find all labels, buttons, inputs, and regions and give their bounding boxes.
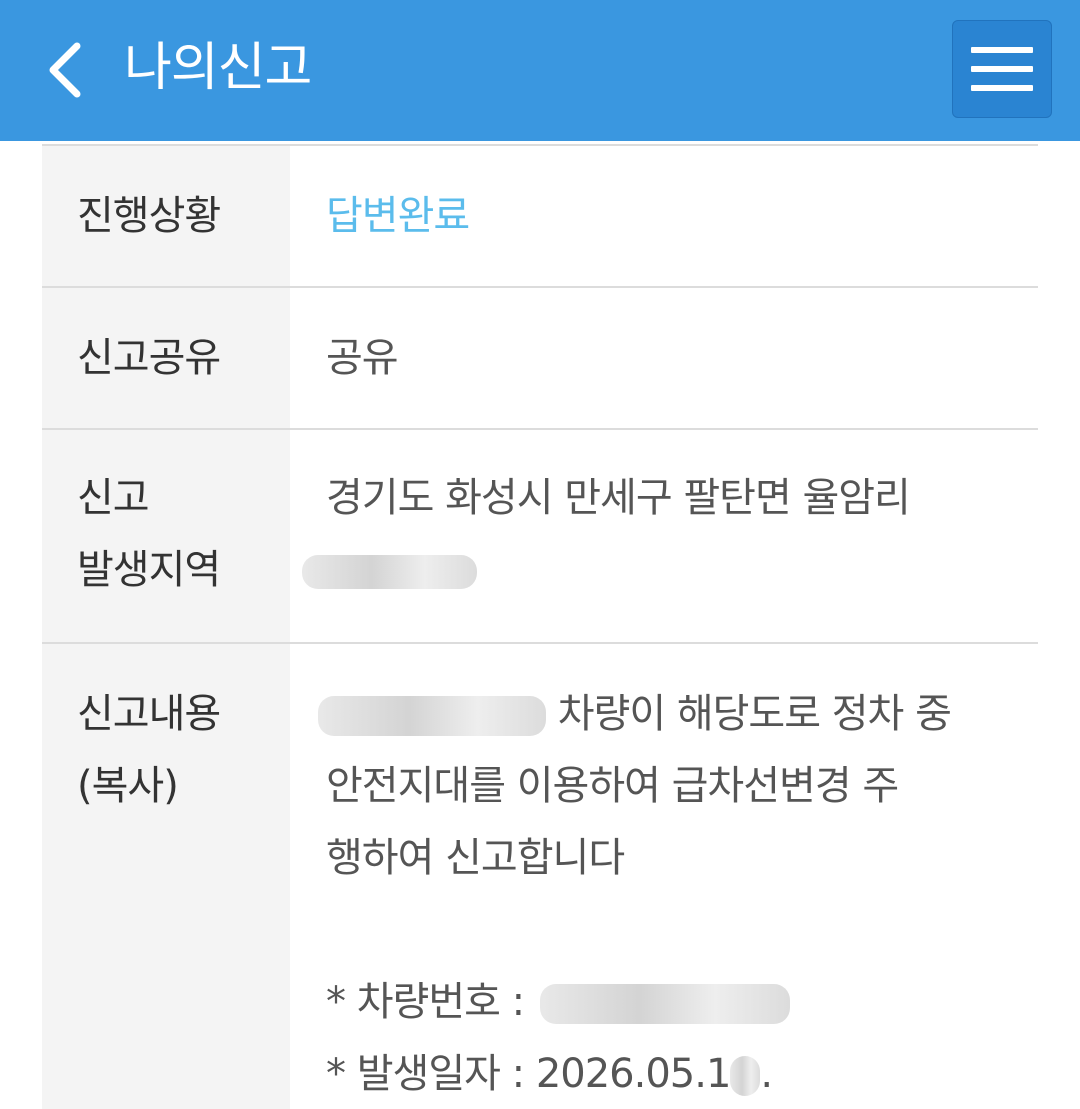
vehicle-number-line: * 차량번호 : <box>326 966 1008 1038</box>
page-title: 나의신고 <box>124 38 312 98</box>
menu-button[interactable] <box>952 20 1052 118</box>
location-label: 신고 발생지역 <box>42 430 290 642</box>
location-row: 신고 발생지역 경기도 화성시 만세구 팔탄면 율암리 <box>42 430 1038 644</box>
app-screen: 나의신고 진행상황 답변완료 신고공유 공유 신고 발생지역 경기도 화성시 만… <box>0 0 1080 1109</box>
redacted-blur <box>302 555 477 589</box>
content-label-line1: 신고내용 <box>77 691 221 737</box>
share-value: 공유 <box>326 335 399 381</box>
share-row: 신고공유 공유 <box>42 288 1038 430</box>
content-line1-text: 차량이 해당도로 정차 중 <box>557 691 952 737</box>
status-row: 진행상황 답변완료 <box>42 146 1038 288</box>
chevron-left-icon <box>49 42 81 98</box>
content-label-line2: (복사) <box>77 763 179 809</box>
share-label: 신고공유 <box>42 288 290 428</box>
incident-date-line: * 발생일자 : 2026.05.1. <box>326 1051 773 1097</box>
hamburger-menu-icon <box>971 47 1033 53</box>
incident-date-label: * 발생일자 : <box>326 1051 525 1097</box>
top-app-bar: 나의신고 <box>0 0 1080 141</box>
content-line3: 행하여 신고합니다 <box>326 835 625 881</box>
hamburger-menu-icon <box>971 66 1033 72</box>
redacted-blur <box>730 1056 761 1096</box>
redacted-blur <box>318 696 546 736</box>
status-label: 진행상황 <box>42 146 290 286</box>
redacted-blur <box>539 984 790 1024</box>
location-address: 경기도 화성시 만세구 팔탄면 율암리 <box>326 475 911 521</box>
hamburger-menu-icon <box>971 85 1033 91</box>
back-button[interactable] <box>40 38 90 102</box>
content-row: 신고내용 (복사) 차량이 해당도로 정차 중 안전지대를 이용하여 급차선변경… <box>42 644 1038 1109</box>
location-label-line2: 발생지역 <box>77 547 221 593</box>
status-value: 답변완료 <box>326 193 470 239</box>
location-value: 경기도 화성시 만세구 팔탄면 율암리 <box>290 430 1038 642</box>
content-value: 차량이 해당도로 정차 중 안전지대를 이용하여 급차선변경 주 행하여 신고합… <box>290 644 1038 1109</box>
report-detail-table: 진행상황 답변완료 신고공유 공유 신고 발생지역 경기도 화성시 만세구 팔탄… <box>42 144 1038 1109</box>
location-redacted-line <box>302 534 1008 606</box>
content-label: 신고내용 (복사) <box>42 644 290 1109</box>
content-line1: 차량이 해당도로 정차 중 <box>318 678 1008 750</box>
location-label-line1: 신고 <box>77 475 150 521</box>
content-line2: 안전지대를 이용하여 급차선변경 주 <box>326 763 899 809</box>
incident-date-value: 2026.05.1 <box>535 1051 732 1097</box>
vehicle-number-label: * 차량번호 : <box>326 979 525 1025</box>
